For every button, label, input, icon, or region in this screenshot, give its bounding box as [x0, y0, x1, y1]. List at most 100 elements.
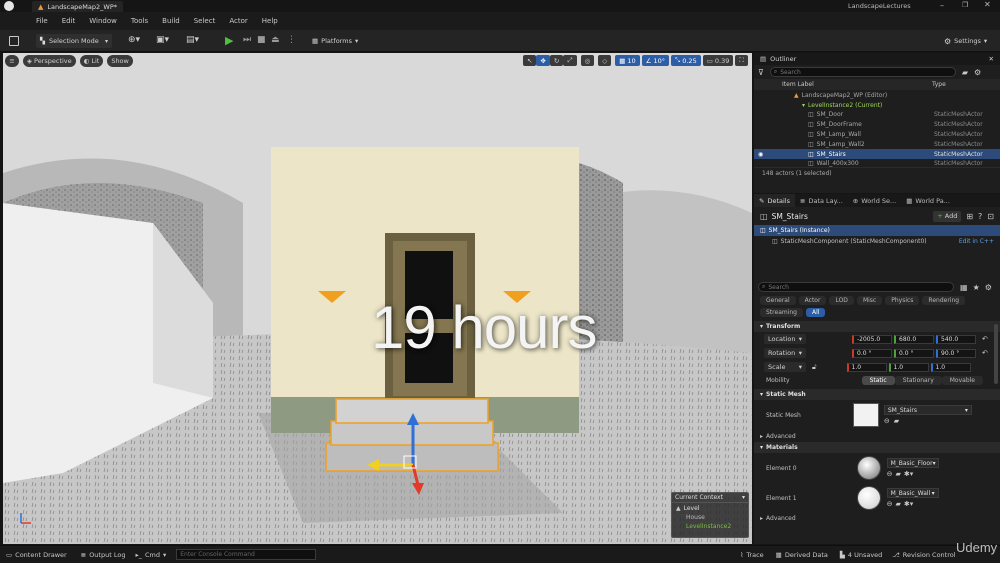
more-icon[interactable]: ✱▾	[904, 500, 913, 508]
scale-dropdown[interactable]: Scale ▾	[764, 362, 806, 372]
folder-add-icon[interactable]: ▰	[962, 68, 968, 77]
trace-button[interactable]: ⌇ Trace	[740, 551, 763, 559]
category-all[interactable]: All	[806, 308, 826, 317]
mobility-movable[interactable]: Movable	[941, 375, 983, 385]
folder-icon[interactable]: ▰	[895, 470, 900, 478]
outliner-tab[interactable]: ▤ Outliner ✕	[754, 53, 1000, 65]
folder-icon[interactable]: ▰	[894, 417, 899, 425]
category-lod[interactable]: LOD	[829, 296, 854, 305]
revision-control-button[interactable]: ⎇ Revision Control	[892, 551, 955, 559]
step-icon[interactable]: ⏭	[243, 35, 251, 45]
settings-button[interactable]: ⚙ Settings ▾	[940, 34, 991, 48]
blueprint-icon[interactable]: ▣▾	[156, 35, 169, 45]
rotation-y-field[interactable]: 0.0 °	[894, 348, 934, 358]
scale-x-field[interactable]: 1.0	[846, 362, 887, 372]
table-row[interactable]: ◫ SM_Door StaticMeshActor	[754, 110, 1000, 119]
surface-snap-icon[interactable]: ◇	[598, 55, 612, 66]
blueprint-icon[interactable]: ⊞	[966, 212, 973, 221]
reset-icon[interactable]: ↶	[982, 335, 988, 343]
category-streaming[interactable]: Streaming	[760, 308, 803, 317]
more-icon[interactable]: ✱▾	[904, 470, 913, 478]
menu-select[interactable]: Select	[194, 17, 216, 25]
gear-icon[interactable]: ⚙	[985, 283, 992, 292]
maximize-viewport-icon[interactable]: ⛶	[735, 55, 748, 66]
viewport-menu-icon[interactable]: ≡	[5, 55, 19, 67]
perspective-button[interactable]: ◈ Perspective	[23, 55, 76, 67]
star-icon[interactable]: ★	[973, 283, 980, 292]
mobility-static[interactable]: Static	[861, 375, 895, 385]
static-mesh-thumbnail[interactable]	[852, 403, 879, 427]
unsaved-button[interactable]: ▙ 4 Unsaved	[840, 551, 882, 559]
translate-tool-icon[interactable]: ✥	[536, 55, 550, 66]
select-tool-icon[interactable]: ↖	[523, 55, 537, 66]
minimize-icon[interactable]: –	[940, 1, 944, 10]
scale-y-field[interactable]: 1.0	[888, 362, 929, 372]
static-mesh-dropdown[interactable]: SM_Stairs ▾	[883, 405, 972, 415]
maximize-icon[interactable]: ❐	[962, 1, 968, 9]
tab-world-settings[interactable]: ⊕ World Se...	[848, 197, 901, 205]
column-item-label[interactable]: Item Label	[782, 81, 814, 88]
selection-mode-dropdown[interactable]: ▚ Selection Mode ▾	[36, 34, 112, 48]
instance-row[interactable]: ◫ SM_Stairs (Instance)	[754, 225, 1000, 236]
menu-tools[interactable]: Tools	[131, 17, 148, 25]
category-general[interactable]: General	[760, 296, 796, 305]
rotation-dropdown[interactable]: Rotation ▾	[764, 348, 806, 358]
grid-snap-button[interactable]: ▦ 10	[615, 55, 640, 66]
folder-icon[interactable]: ▰	[895, 500, 900, 508]
close-icon[interactable]: ✕	[984, 0, 991, 9]
edit-in-cpp-link[interactable]: Edit in C++	[959, 238, 994, 245]
menu-file[interactable]: File	[36, 17, 48, 25]
save-icon[interactable]	[9, 36, 19, 46]
component-row[interactable]: ◫ StaticMeshComponent (StaticMeshCompone…	[754, 236, 1000, 247]
lit-button[interactable]: ◐ Lit	[79, 55, 104, 67]
table-row[interactable]: ◫ SM_Lamp_Wall StaticMeshActor	[754, 129, 1000, 139]
element1-dropdown[interactable]: M_Basic_Wall ▾	[886, 488, 939, 498]
lock-icon[interactable]: ⊡	[987, 212, 994, 221]
tab-world-partition[interactable]: ▦ World Pa...	[901, 197, 955, 205]
browse-icon[interactable]: ⊖	[887, 470, 893, 478]
transform-section-header[interactable]: ▾ Transform	[754, 321, 1000, 332]
category-rendering[interactable]: Rendering	[922, 296, 966, 305]
context-house-row[interactable]: House	[672, 513, 748, 522]
play-button[interactable]: ▶	[225, 34, 233, 47]
cmd-dropdown[interactable]: ▸_ Cmd ▾	[135, 551, 166, 559]
category-physics[interactable]: Physics	[885, 296, 920, 305]
advanced-row[interactable]: ▸ Advanced	[754, 430, 1000, 442]
current-context-header[interactable]: Current Context ▾	[672, 493, 748, 503]
show-button[interactable]: Show	[107, 55, 133, 67]
advanced2-row[interactable]: ▸ Advanced	[754, 513, 1000, 524]
material1-thumbnail[interactable]	[856, 486, 881, 510]
tree-current-row[interactable]: ▾ LevelInstance2 (Current)	[754, 100, 1000, 110]
table-row[interactable]: ◫ SM_Lamp_Wall2 StaticMeshActor	[754, 139, 1000, 149]
more-options-icon[interactable]: ⋮	[287, 35, 296, 45]
browse-icon[interactable]: ⊖	[887, 500, 893, 508]
tree-root-row[interactable]: ▲ LandscapeMap2_WP (Editor)	[754, 90, 1000, 100]
element0-dropdown[interactable]: M_Basic_Floor ▾	[886, 458, 939, 468]
menu-actor[interactable]: Actor	[229, 17, 247, 25]
cinematics-icon[interactable]: ▤▾	[186, 35, 199, 45]
eject-icon[interactable]: ⏏	[271, 35, 280, 45]
category-actor[interactable]: Actor	[798, 296, 827, 305]
menu-help[interactable]: Help	[262, 17, 278, 25]
category-misc[interactable]: Misc	[856, 296, 883, 305]
camera-speed-button[interactable]: ▭ 0.39	[702, 55, 734, 66]
derived-data-button[interactable]: ▦ Derived Data	[776, 551, 828, 559]
location-z-field[interactable]: 540.0	[936, 334, 976, 344]
level-tab[interactable]: ▲ LandscapeMap2_WP*	[32, 1, 124, 12]
help-icon[interactable]: ?	[978, 212, 982, 221]
static-mesh-section-header[interactable]: ▾ Static Mesh	[754, 389, 1000, 400]
location-x-field[interactable]: -2005.0	[852, 334, 892, 344]
browse-icon[interactable]: ⊖	[884, 417, 890, 425]
world-local-icon[interactable]: ◎	[580, 55, 595, 66]
rotate-tool-icon[interactable]: ↻	[549, 55, 564, 66]
actor-name[interactable]: SM_Stairs	[772, 212, 808, 221]
content-drawer-button[interactable]: ▭ Content Drawer	[6, 551, 67, 559]
table-row-selected[interactable]: ◉ ◫ SM_Stairs StaticMeshActor	[754, 149, 1000, 159]
add-component-button[interactable]: + Add	[933, 210, 962, 222]
rotation-z-field[interactable]: 90.0 °	[936, 348, 976, 358]
details-scrollbar[interactable]	[994, 324, 998, 384]
output-log-button[interactable]: ≣ Output Log	[81, 551, 126, 559]
level-viewport[interactable]: ≡ ◈ Perspective ◐ Lit Show ↖ ✥ ↻ ⤢ ◎ ◇ ▦…	[3, 53, 752, 544]
column-type[interactable]: Type	[932, 81, 946, 88]
materials-section-header[interactable]: ▾ Materials	[754, 442, 1000, 453]
